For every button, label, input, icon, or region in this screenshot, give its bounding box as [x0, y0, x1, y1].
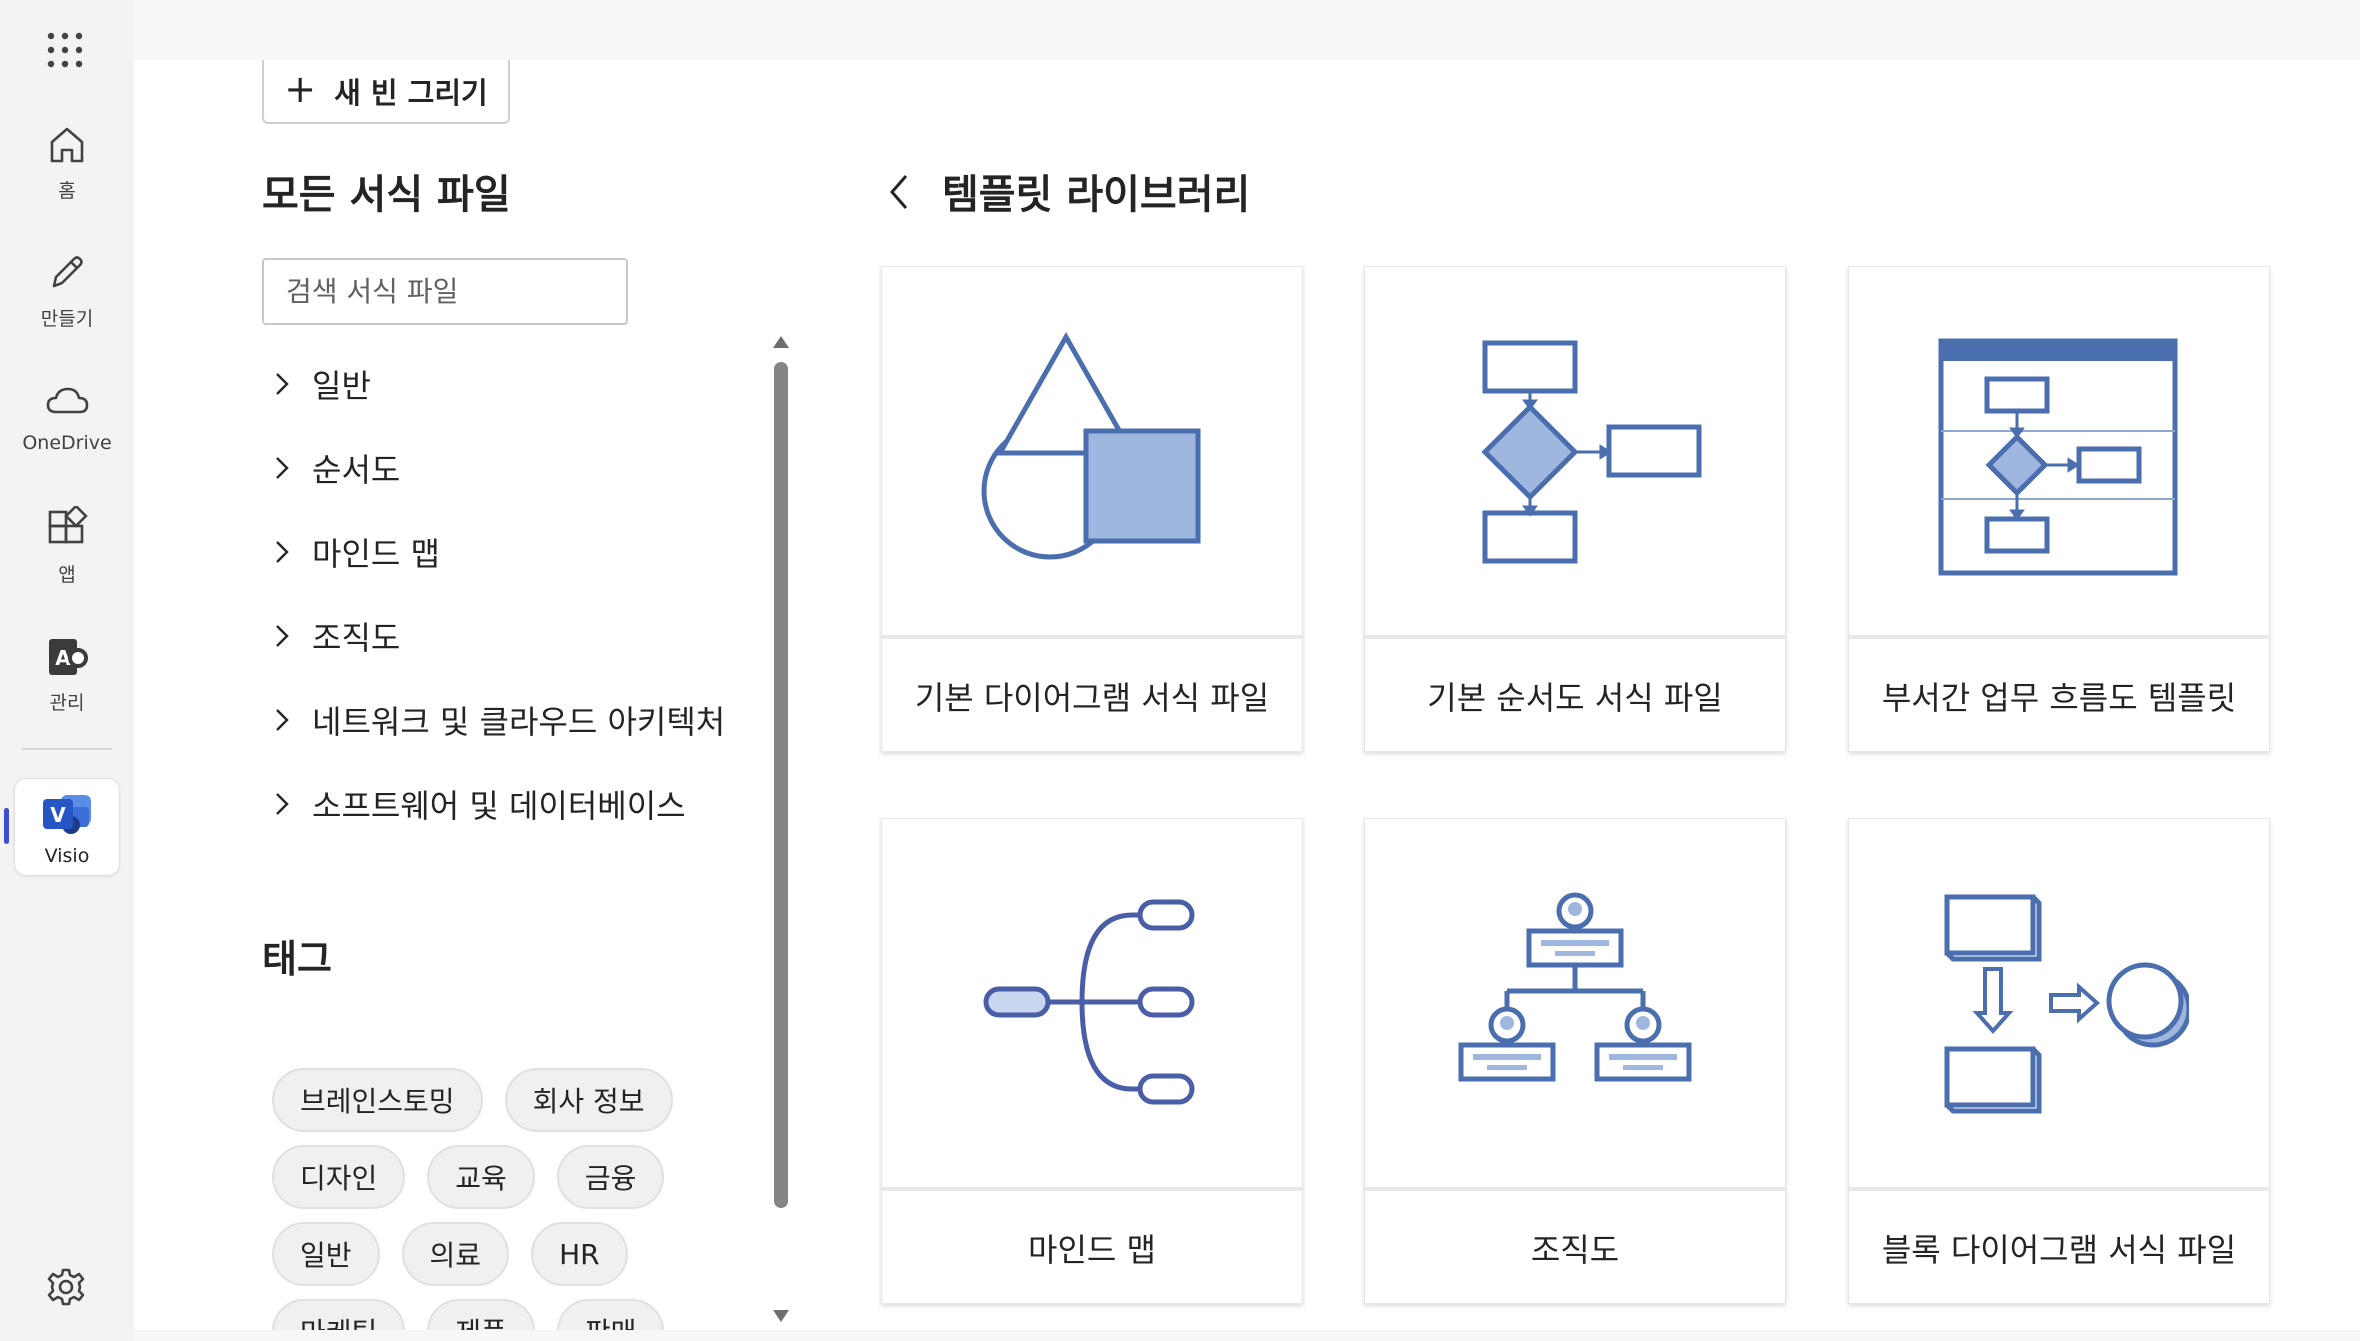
category-network-cloud[interactable]: 네트워크 및 클라우드 아키텍처: [262, 678, 762, 762]
rail-create-label: 만들기: [40, 308, 94, 330]
svg-text:V: V: [50, 803, 66, 827]
card-thumbnail: [1849, 267, 2269, 635]
pencil-icon: [52, 256, 83, 288]
tag-product[interactable]: 제품: [427, 1299, 535, 1330]
new-blank-drawing-label: 새 빈 그리기: [334, 76, 488, 110]
category-label: 순서도: [312, 451, 401, 489]
card-title: 마인드 맵: [1028, 1231, 1156, 1269]
category-label: 네트워크 및 클라우드 아키텍처: [312, 703, 726, 741]
scroll-thumb[interactable]: [774, 362, 788, 1208]
new-blank-drawing-button[interactable]: + 새 빈 그리기: [262, 60, 510, 124]
tag-hr[interactable]: HR: [531, 1222, 628, 1286]
tag-company-info[interactable]: 회사 정보: [504, 1068, 673, 1132]
category-mindmap[interactable]: 마인드 맵: [262, 510, 762, 594]
template-library-title: 템플릿 라이브러리: [942, 172, 1251, 218]
category-list: 일반 순서도 마인드 맵 조직도 네트워크 및 클라우드 아키텍처 소프트웨어 …: [262, 342, 762, 846]
flowchart-thumbnail-icon: [1481, 340, 1702, 564]
card-thumbnail: [1365, 819, 1785, 1187]
rail-apps[interactable]: 앱: [7, 496, 127, 606]
category-label: 마인드 맵: [312, 535, 440, 573]
app-rail: 홈 만들기 OneDrive 앱 A 관리 V Visio: [0, 0, 134, 1341]
template-card-orgchart[interactable]: 조직도: [1364, 818, 1786, 1304]
rail-visio-label: Visio: [44, 845, 90, 867]
chevron-right-icon: [262, 707, 312, 733]
apps-icon: [48, 506, 88, 544]
rail-onedrive-label: OneDrive: [22, 432, 112, 454]
chevron-right-icon: [262, 539, 312, 565]
home-icon: [50, 127, 84, 163]
left-panel-scrollbar[interactable]: [770, 332, 792, 1328]
chevron-right-icon: [262, 791, 312, 817]
template-card-basic-flowchart[interactable]: 기본 순서도 서식 파일: [1364, 266, 1786, 752]
template-card-mindmap[interactable]: 마인드 맵: [881, 818, 1303, 1304]
tag-general[interactable]: 일반: [272, 1222, 380, 1286]
template-card-basic-diagram[interactable]: 기본 다이어그램 서식 파일: [881, 266, 1303, 752]
chevron-right-icon: [262, 623, 312, 649]
active-indicator: [4, 808, 9, 844]
orgchart-thumbnail-icon: [1458, 892, 1692, 1082]
card-title: 기본 다이어그램 서식 파일: [914, 679, 1270, 717]
tag-design[interactable]: 디자인: [272, 1145, 406, 1209]
template-card-cross-functional[interactable]: 부서간 업무 흐름도 템플릿: [1848, 266, 2270, 752]
rail-divider: [22, 748, 112, 750]
card-title: 조직도: [1530, 1231, 1620, 1269]
back-chevron-icon[interactable]: [882, 170, 916, 214]
scroll-up-arrow-icon[interactable]: [773, 336, 789, 348]
rail-admin-label: 관리: [49, 692, 85, 714]
template-search-input[interactable]: [262, 258, 628, 325]
card-thumbnail: [1849, 819, 2269, 1187]
scroll-down-arrow-icon[interactable]: [773, 1310, 789, 1322]
rail-admin[interactable]: A 관리: [7, 624, 127, 734]
rail-home[interactable]: 홈: [7, 112, 127, 222]
category-general[interactable]: 일반: [262, 342, 762, 426]
rail-apps-label: 앱: [58, 564, 76, 586]
rail-visio[interactable]: V Visio: [14, 778, 120, 876]
card-title: 부서간 업무 흐름도 템플릿: [1881, 679, 2237, 717]
chevron-right-icon: [262, 455, 312, 481]
tag-medical[interactable]: 의료: [401, 1222, 510, 1286]
cross-functional-thumbnail-icon: [1938, 338, 2178, 576]
tag-marketing[interactable]: 마케팅: [272, 1299, 406, 1330]
tags-title: 태그: [262, 937, 332, 981]
plus-icon: +: [284, 67, 317, 111]
visio-icon: V: [43, 795, 91, 834]
card-title: 블록 다이어그램 서식 파일: [1881, 1231, 2237, 1269]
category-software-database[interactable]: 소프트웨어 및 데이터베이스: [262, 762, 762, 846]
category-label: 일반: [312, 367, 371, 405]
category-orgchart[interactable]: 조직도: [262, 594, 762, 678]
card-thumbnail: [882, 267, 1302, 635]
category-label: 조직도: [312, 619, 401, 657]
rail-home-label: 홈: [58, 180, 76, 202]
category-label: 소프트웨어 및 데이터베이스: [312, 787, 686, 825]
category-flowchart[interactable]: 순서도: [262, 426, 762, 510]
tag-sales[interactable]: 판매: [556, 1299, 665, 1330]
admin-icon: A: [49, 639, 88, 675]
tag-list: 브레인스토밍 회사 정보 디자인 교육 금융 일반 의료 HR 마케팅 제품 판…: [272, 1068, 692, 1330]
block-diagram-thumbnail-icon: [1944, 894, 2189, 1114]
tag-brainstorming[interactable]: 브레인스토밍: [272, 1068, 483, 1132]
card-title: 기본 순서도 서식 파일: [1427, 679, 1723, 717]
tag-finance[interactable]: 금융: [556, 1145, 665, 1209]
card-thumbnail: [1365, 267, 1785, 635]
mindmap-thumbnail-icon: [983, 899, 1195, 1105]
chevron-right-icon: [262, 371, 312, 397]
top-band: [134, 0, 2360, 60]
all-templates-title: 모든 서식 파일: [262, 172, 511, 218]
basic-shapes-thumbnail-icon: [981, 331, 1201, 560]
card-thumbnail: [882, 819, 1302, 1187]
cloud-icon: [46, 387, 89, 414]
template-card-block-diagram[interactable]: 블록 다이어그램 서식 파일: [1848, 818, 2270, 1304]
rail-create[interactable]: 만들기: [7, 240, 127, 350]
rail-onedrive[interactable]: OneDrive: [7, 368, 127, 478]
app-launcher-icon[interactable]: [47, 32, 83, 68]
settings-icon[interactable]: [45, 1266, 87, 1308]
tag-education[interactable]: 교육: [427, 1145, 535, 1209]
